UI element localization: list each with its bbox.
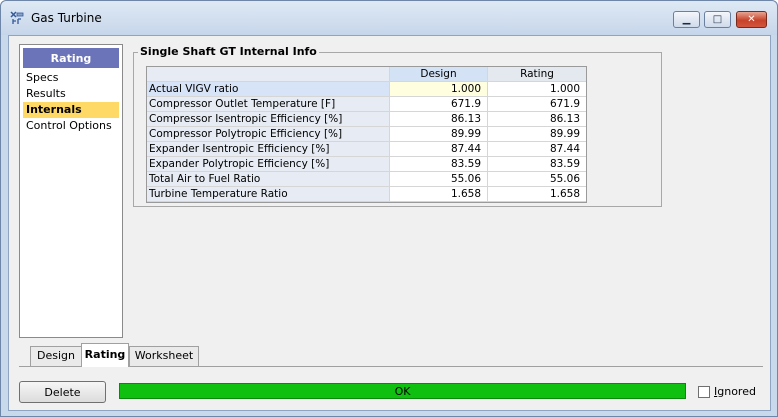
nav-item-internals[interactable]: Internals bbox=[23, 102, 119, 118]
rating-value-cell[interactable]: 1.658 bbox=[488, 187, 586, 202]
rating-value-cell[interactable]: 86.13 bbox=[488, 112, 586, 127]
minimize-button[interactable]: ▁ bbox=[673, 11, 700, 28]
minimize-icon: ▁ bbox=[682, 14, 691, 25]
column-header-name bbox=[147, 67, 390, 82]
group-title: Single Shaft GT Internal Info bbox=[138, 45, 319, 58]
ignored-label: Ignored bbox=[714, 385, 756, 398]
table-row: Turbine Temperature Ratio 1.658 1.658 bbox=[147, 187, 586, 202]
status-text: OK bbox=[394, 384, 411, 398]
window-title: Gas Turbine bbox=[31, 11, 102, 25]
rating-value-cell[interactable]: 87.44 bbox=[488, 142, 586, 157]
column-header-rating: Rating bbox=[488, 67, 586, 82]
tab-design[interactable]: Design bbox=[30, 346, 82, 366]
tab-rating[interactable]: Rating bbox=[81, 343, 129, 367]
delete-button-label: Delete bbox=[44, 385, 81, 399]
title-bar[interactable]: Gas Turbine ▁ □ ✕ bbox=[1, 1, 777, 35]
status-bar: OK bbox=[119, 383, 686, 399]
row-label: Compressor Outlet Temperature [F] bbox=[147, 97, 390, 112]
table-header-row: Design Rating bbox=[147, 67, 586, 82]
close-button[interactable]: ✕ bbox=[736, 11, 767, 28]
nav-item-specs[interactable]: Specs bbox=[23, 70, 119, 86]
table-row: Expander Polytropic Efficiency [%] 83.59… bbox=[147, 157, 586, 172]
table-row: Actual VIGV ratio 1.000 1.000 bbox=[147, 82, 586, 97]
rating-value-cell[interactable]: 671.9 bbox=[488, 97, 586, 112]
maximize-button[interactable]: □ bbox=[704, 11, 731, 28]
design-value-cell[interactable]: 1.000 bbox=[390, 82, 488, 97]
internal-info-group: Single Shaft GT Internal Info Design Rat… bbox=[133, 45, 662, 207]
design-value-cell[interactable]: 55.06 bbox=[390, 172, 488, 187]
ignored-toggle[interactable]: Ignored bbox=[698, 385, 756, 398]
table-row: Compressor Outlet Temperature [F] 671.9 … bbox=[147, 97, 586, 112]
rating-value-cell[interactable]: 55.06 bbox=[488, 172, 586, 187]
maximize-icon: □ bbox=[712, 14, 723, 25]
design-value-cell[interactable]: 1.658 bbox=[390, 187, 488, 202]
gas-turbine-window: Gas Turbine ▁ □ ✕ Rating Specs Results I… bbox=[0, 0, 778, 417]
row-label: Compressor Isentropic Efficiency [%] bbox=[147, 112, 390, 127]
table-row: Compressor Polytropic Efficiency [%] 89.… bbox=[147, 127, 586, 142]
rating-value-cell[interactable]: 83.59 bbox=[488, 157, 586, 172]
nav-item-control-options[interactable]: Control Options bbox=[23, 118, 119, 134]
table-row: Total Air to Fuel Ratio 55.06 55.06 bbox=[147, 172, 586, 187]
tab-strip-divider bbox=[19, 366, 763, 367]
navigation-panel: Rating Specs Results Internals Control O… bbox=[19, 44, 123, 338]
design-value-cell[interactable]: 87.44 bbox=[390, 142, 488, 157]
row-label: Turbine Temperature Ratio bbox=[147, 187, 390, 202]
row-label: Actual VIGV ratio bbox=[147, 82, 390, 97]
row-label: Compressor Polytropic Efficiency [%] bbox=[147, 127, 390, 142]
row-label: Expander Isentropic Efficiency [%] bbox=[147, 142, 390, 157]
design-value-cell[interactable]: 89.99 bbox=[390, 127, 488, 142]
design-value-cell[interactable]: 86.13 bbox=[390, 112, 488, 127]
gas-turbine-icon bbox=[10, 11, 24, 24]
column-header-design: Design bbox=[390, 67, 488, 82]
tab-worksheet[interactable]: Worksheet bbox=[129, 346, 199, 366]
design-value-cell[interactable]: 83.59 bbox=[390, 157, 488, 172]
client-area: Rating Specs Results Internals Control O… bbox=[8, 35, 771, 411]
table-row: Expander Isentropic Efficiency [%] 87.44… bbox=[147, 142, 586, 157]
internals-table: Design Rating Actual VIGV ratio 1.000 1.… bbox=[146, 66, 587, 203]
nav-item-results[interactable]: Results bbox=[23, 86, 119, 102]
row-label: Total Air to Fuel Ratio bbox=[147, 172, 390, 187]
design-value-cell[interactable]: 671.9 bbox=[390, 97, 488, 112]
delete-button[interactable]: Delete bbox=[19, 381, 106, 403]
rating-value-cell[interactable]: 89.99 bbox=[488, 127, 586, 142]
rating-value-cell[interactable]: 1.000 bbox=[488, 82, 586, 97]
ignored-checkbox[interactable] bbox=[698, 385, 710, 398]
close-icon: ✕ bbox=[747, 14, 756, 25]
ignored-label-rest: gnored bbox=[717, 385, 756, 398]
nav-header: Rating bbox=[23, 48, 119, 68]
table-row: Compressor Isentropic Efficiency [%] 86.… bbox=[147, 112, 586, 127]
row-label: Expander Polytropic Efficiency [%] bbox=[147, 157, 390, 172]
